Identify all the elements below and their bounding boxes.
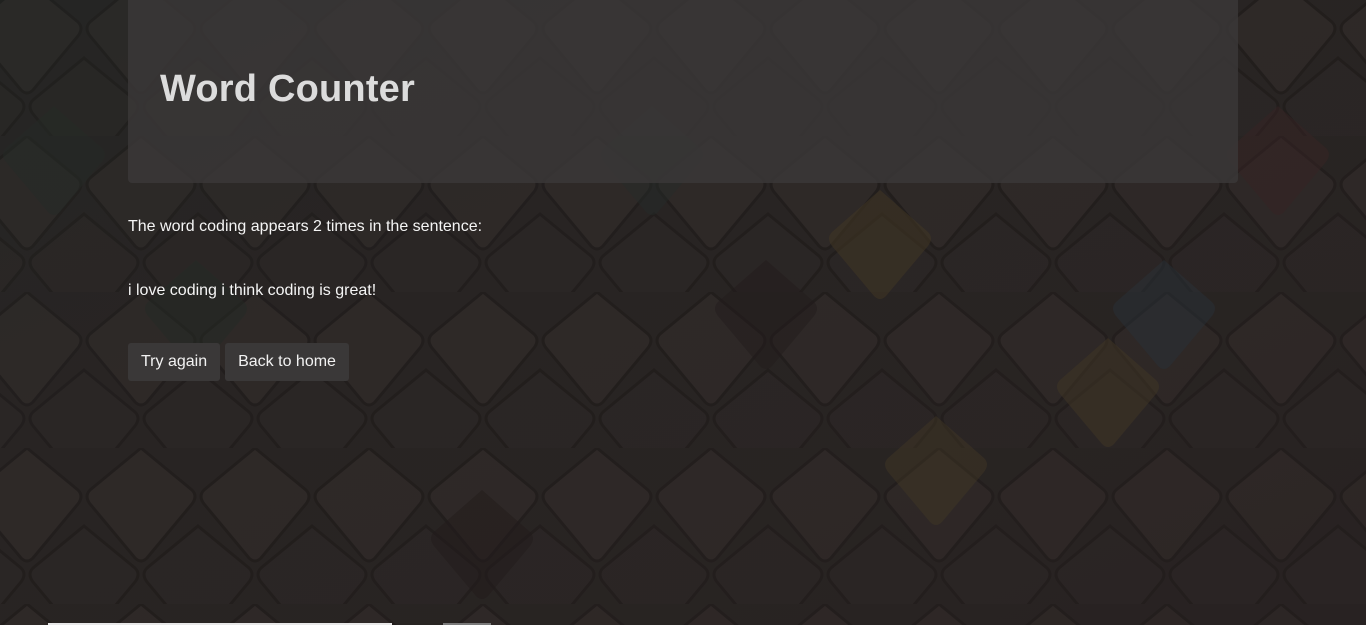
result-suffix: times in the sentence: — [326, 218, 483, 235]
result-summary: The word coding appears 2 times in the s… — [128, 217, 482, 237]
try-again-button[interactable]: Try again — [128, 343, 221, 381]
page-title: Word Counter — [160, 68, 416, 110]
main-container: Word Counter The word coding appears 2 t… — [128, 0, 1238, 381]
result-verb: appears — [250, 218, 309, 235]
result-sentence: i love coding i think coding is great! — [128, 282, 377, 299]
result-prefix: The word — [128, 218, 195, 235]
result-word: coding — [199, 218, 247, 235]
back-to-home-button[interactable]: Back to home — [225, 343, 349, 381]
header-panel: Word Counter — [128, 0, 1238, 183]
result-count: 2 — [313, 218, 322, 235]
action-buttons: Try again Back to home — [128, 343, 349, 381]
